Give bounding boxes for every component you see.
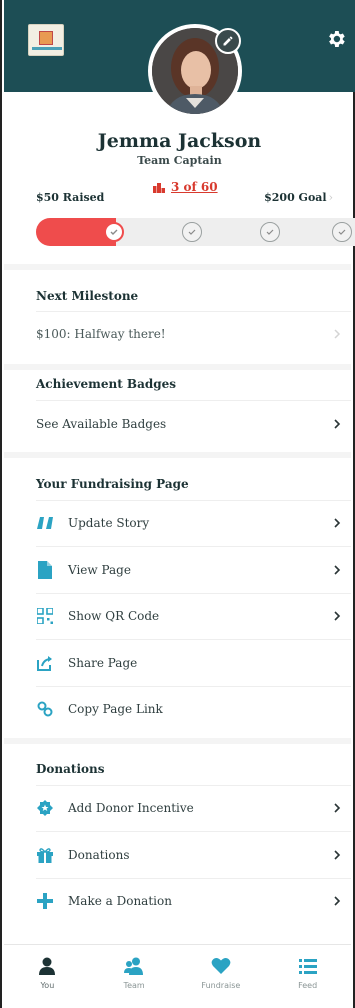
app-logo[interactable] bbox=[28, 24, 64, 56]
chevron-right-icon bbox=[334, 803, 341, 813]
milestone-title: Next Milestone bbox=[36, 289, 139, 303]
profile-name: Jemma Jackson bbox=[97, 130, 262, 152]
milestone-row[interactable]: $100: Halfway there! bbox=[36, 311, 343, 357]
heart-icon bbox=[211, 958, 231, 974]
tab-feed-label: Feed bbox=[298, 981, 318, 990]
edit-photo-button[interactable] bbox=[215, 28, 241, 54]
make-donation-row[interactable]: Make a Donation bbox=[36, 878, 343, 924]
milestone-check-icon bbox=[104, 222, 124, 242]
podium-icon bbox=[153, 183, 165, 193]
section-divider bbox=[4, 264, 351, 270]
document-icon bbox=[36, 561, 54, 579]
app-screen: Jemma Jackson Team Captain $50 Raised 3 … bbox=[0, 0, 355, 1008]
pencil-icon bbox=[223, 36, 233, 46]
milestone-text: $100: Halfway there! bbox=[36, 327, 166, 341]
raised-amount: $50 Raised bbox=[36, 191, 105, 204]
tab-feed[interactable]: Feed bbox=[264, 945, 351, 1008]
show-qr-code-row[interactable]: Show QR Code bbox=[36, 593, 343, 639]
see-badges-row[interactable]: See Available Badges bbox=[36, 401, 343, 447]
share-icon bbox=[36, 654, 54, 672]
milestone-check-icon bbox=[332, 222, 352, 242]
donations-title: Donations bbox=[36, 762, 105, 776]
rank-count[interactable]: 3 of 60 bbox=[171, 180, 218, 194]
list-icon bbox=[298, 959, 317, 974]
see-badges-link: See Available Badges bbox=[36, 417, 167, 431]
chevron-right-icon bbox=[334, 419, 341, 429]
goal-label: $200 Goal bbox=[264, 191, 327, 204]
quote-icon bbox=[36, 514, 54, 532]
chevron-right-icon bbox=[334, 329, 341, 339]
share-page-label: Share Page bbox=[68, 656, 138, 670]
chevron-right-icon bbox=[334, 896, 341, 906]
add-donor-incentive-row[interactable]: Add Donor Incentive bbox=[36, 785, 343, 831]
share-page-row[interactable]: Share Page bbox=[36, 640, 343, 686]
add-donor-incentive-label: Add Donor Incentive bbox=[68, 801, 194, 815]
show-qr-code-label: Show QR Code bbox=[68, 609, 160, 623]
qr-code-icon bbox=[36, 607, 54, 625]
gift-icon bbox=[36, 846, 54, 864]
section-divider bbox=[4, 738, 351, 744]
tab-team-label: Team bbox=[123, 981, 145, 990]
profile-role: Team Captain bbox=[137, 154, 222, 167]
view-page-row[interactable]: View Page bbox=[36, 547, 343, 593]
tab-you-label: You bbox=[40, 981, 55, 990]
team-rank[interactable]: 3 of 60 bbox=[153, 180, 218, 194]
make-donation-label: Make a Donation bbox=[68, 894, 172, 908]
chevron-right-icon bbox=[334, 565, 341, 575]
chevron-right-icon bbox=[334, 611, 341, 621]
section-divider bbox=[4, 364, 351, 370]
view-page-label: View Page bbox=[68, 563, 131, 577]
tab-fundraise[interactable]: Fundraise bbox=[178, 945, 265, 1008]
chevron-right-icon bbox=[334, 518, 341, 528]
bottom-tab-bar: You Team Fundraise Feed bbox=[4, 944, 351, 1008]
goal-chevron-icon: › bbox=[328, 191, 333, 204]
link-icon bbox=[36, 700, 54, 718]
milestone-check-icon bbox=[182, 222, 202, 242]
tab-team[interactable]: Team bbox=[91, 945, 178, 1008]
person-icon bbox=[39, 957, 56, 975]
tab-fundraise-label: Fundraise bbox=[201, 981, 241, 990]
goal-amount[interactable]: $200 Goal › bbox=[264, 191, 333, 204]
update-story-label: Update Story bbox=[68, 516, 150, 530]
plus-icon bbox=[36, 892, 54, 910]
chevron-right-icon bbox=[334, 850, 341, 860]
copy-page-link-label: Copy Page Link bbox=[68, 702, 163, 716]
update-story-row[interactable]: Update Story bbox=[36, 500, 343, 546]
section-divider bbox=[4, 452, 351, 458]
badge-icon bbox=[36, 799, 54, 817]
gear-icon[interactable] bbox=[325, 28, 347, 50]
milestone-check-icon bbox=[260, 222, 280, 242]
copy-page-link-row[interactable]: Copy Page Link bbox=[36, 686, 343, 732]
donations-label: Donations bbox=[68, 848, 130, 862]
fundraising-page-title: Your Fundraising Page bbox=[36, 477, 189, 491]
team-icon bbox=[124, 957, 144, 975]
tab-you[interactable]: You bbox=[4, 945, 91, 1008]
donations-row[interactable]: Donations bbox=[36, 832, 343, 878]
badges-title: Achievement Badges bbox=[36, 377, 177, 391]
